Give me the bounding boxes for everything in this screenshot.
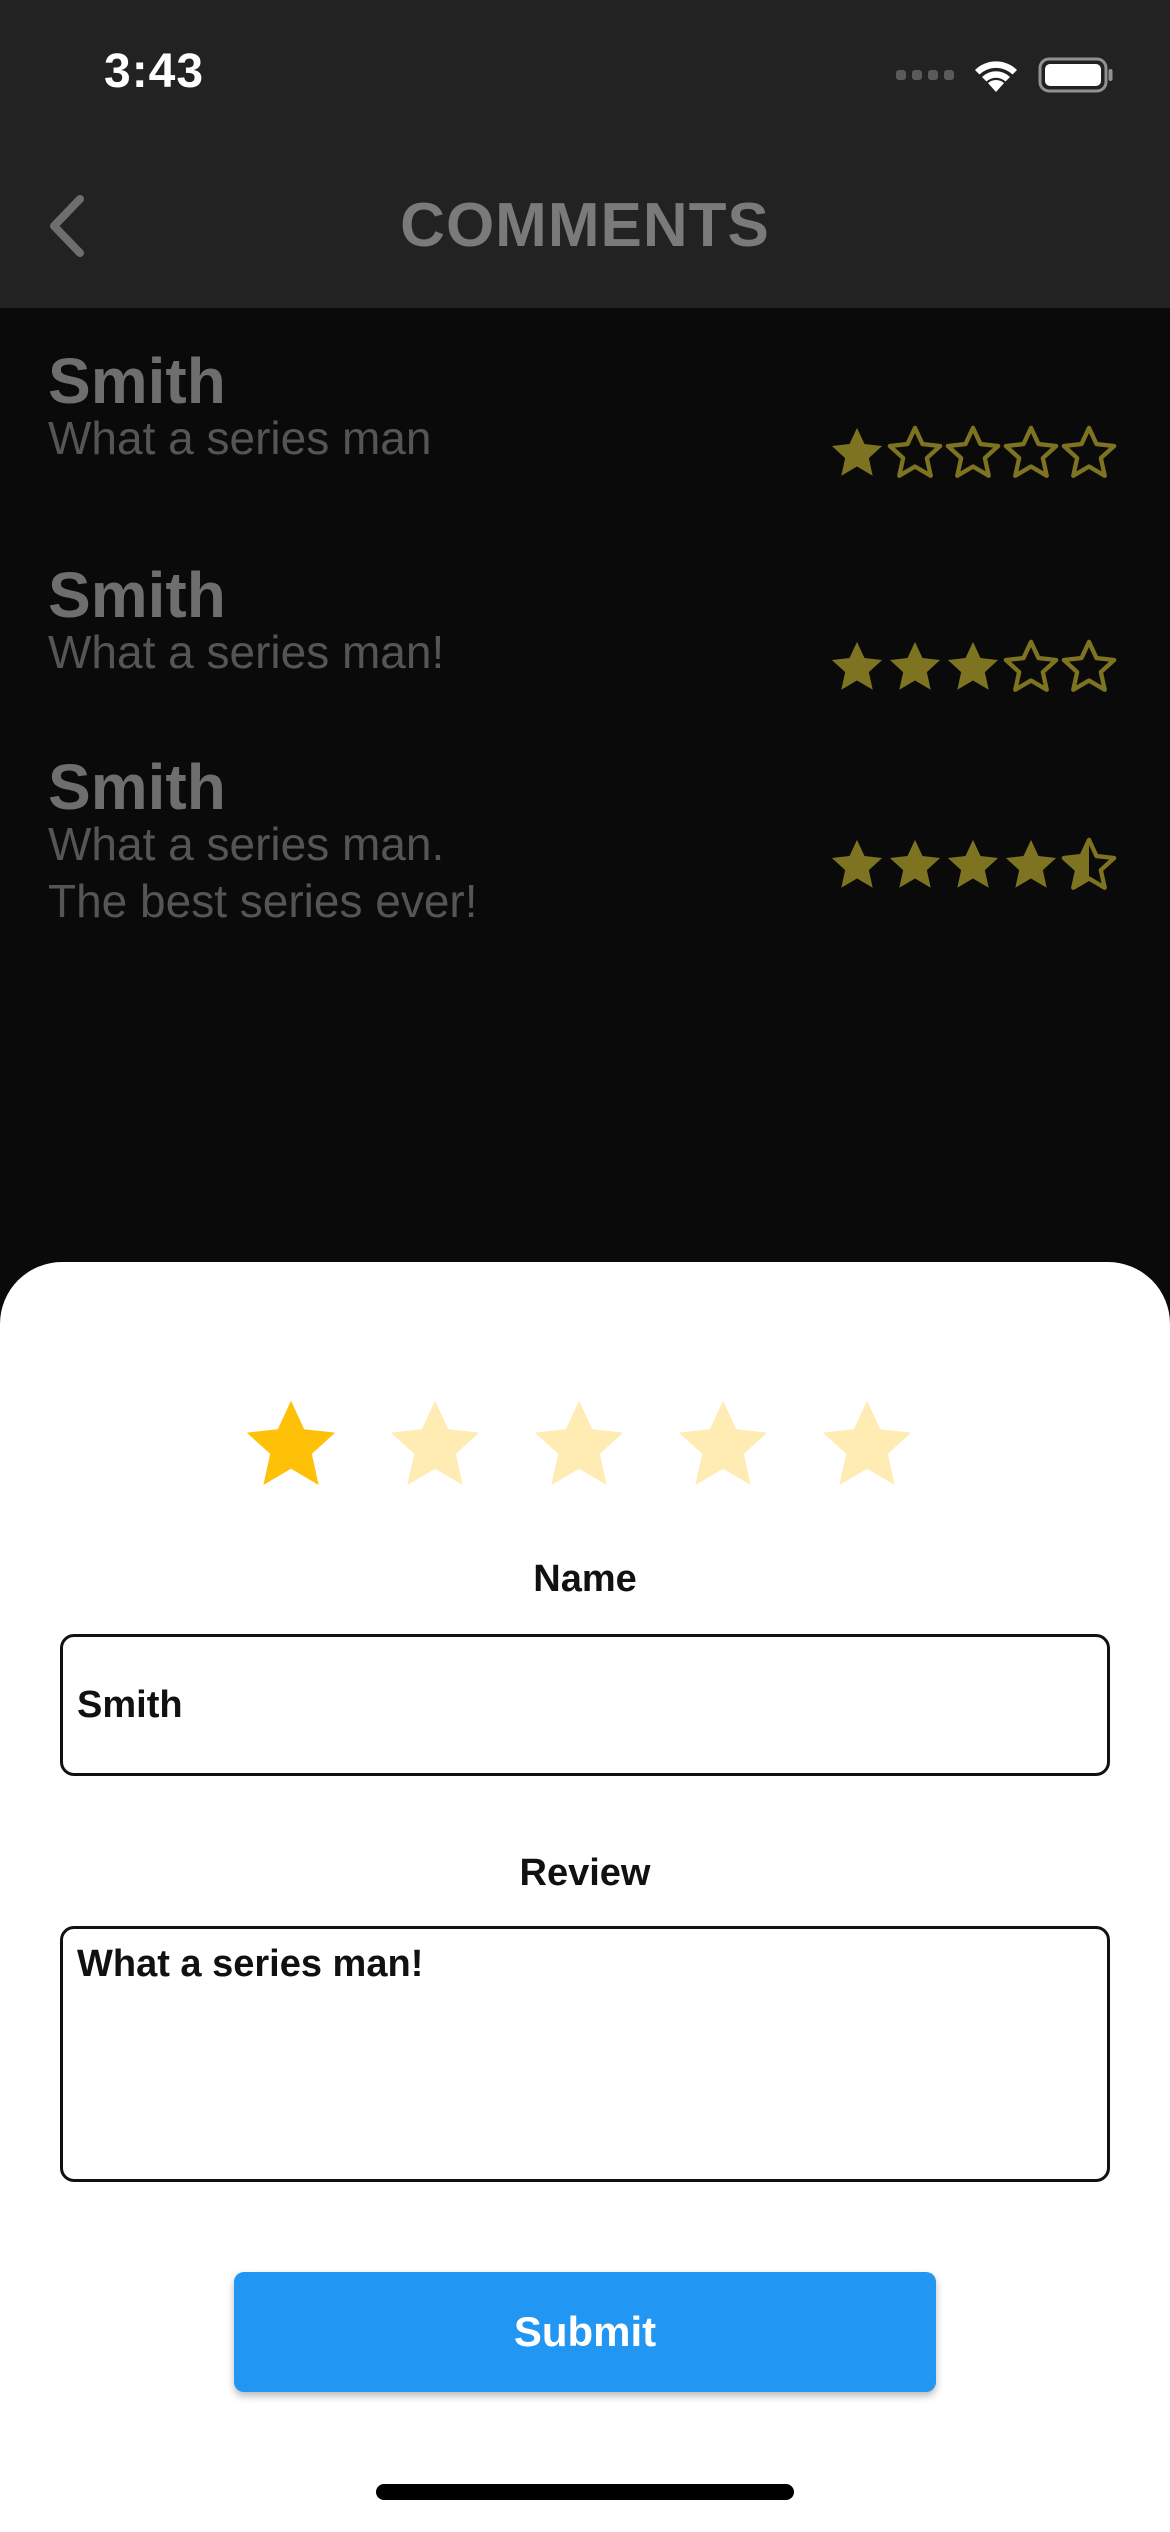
star-outline-icon <box>1003 639 1059 692</box>
comment-author: Smith <box>48 751 226 823</box>
star-filled-icon <box>831 427 883 476</box>
star-filled-icon <box>1005 839 1057 888</box>
comment-text-line: What a series man! <box>48 626 445 678</box>
star-half-icon <box>1061 837 1117 890</box>
comment-rating <box>828 836 1118 894</box>
rating-star-4[interactable] <box>672 1394 774 1496</box>
star-outline-icon <box>1061 425 1117 478</box>
review-label: Review <box>519 1852 651 1894</box>
star-outline-icon <box>1061 639 1117 692</box>
screen: 3:43 COMMENTS Smith What a series man Sm… <box>0 0 1170 2532</box>
comment-text-line: What a series man. <box>48 818 445 870</box>
star-outline-icon <box>945 425 1001 478</box>
status-bar: 3:43 <box>0 0 1170 150</box>
star-filled-icon <box>947 839 999 888</box>
comment-text-line: The best series ever! <box>48 875 478 927</box>
star-filled-icon <box>947 641 999 690</box>
star-outline-icon <box>1003 425 1059 478</box>
review-input[interactable]: What a series man! <box>60 1926 1110 2182</box>
cellular-signal-icon <box>896 70 954 80</box>
comment-rating <box>828 638 1118 696</box>
star-filled-icon <box>889 641 941 690</box>
comment-rating <box>828 424 1118 482</box>
name-input[interactable] <box>60 1634 1110 1776</box>
nav-bar: COMMENTS <box>0 150 1170 308</box>
rating-star-2[interactable] <box>384 1394 486 1496</box>
rating-input <box>240 1394 918 1496</box>
page-title: COMMENTS <box>400 191 770 260</box>
wifi-icon <box>975 61 1017 92</box>
star-outline-icon <box>887 425 943 478</box>
status-icons <box>896 52 1114 98</box>
comment-author: Smith <box>48 559 226 631</box>
comment-author: Smith <box>48 345 226 417</box>
comment-text-line: What a series man <box>48 412 432 464</box>
review-sheet: Name Review What a series man! Submit <box>0 1262 1170 2532</box>
star-filled-icon <box>889 839 941 888</box>
rating-star-3[interactable] <box>528 1394 630 1496</box>
status-time: 3:43 <box>104 45 205 98</box>
rating-star-5[interactable] <box>816 1394 918 1496</box>
name-label: Name <box>533 1558 637 1600</box>
home-indicator <box>376 2484 794 2500</box>
submit-button[interactable]: Submit <box>234 2272 936 2392</box>
star-filled-icon <box>831 839 883 888</box>
star-filled-icon <box>831 641 883 690</box>
rating-star-1[interactable] <box>240 1394 342 1496</box>
battery-icon <box>1038 57 1113 93</box>
